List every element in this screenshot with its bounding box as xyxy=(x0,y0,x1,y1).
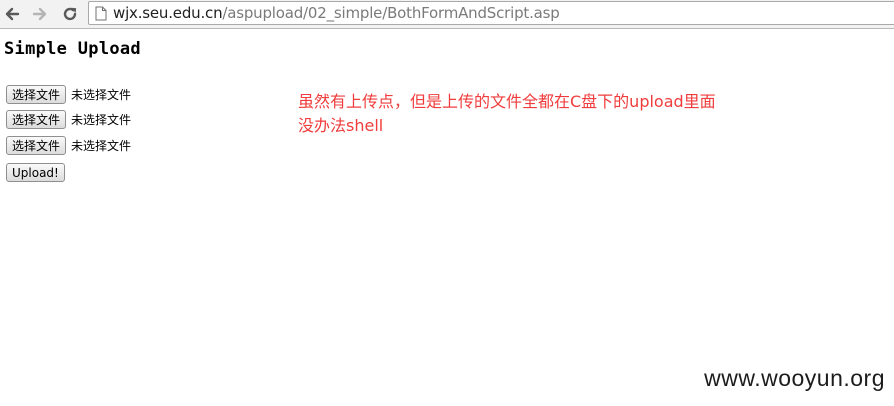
back-button[interactable] xyxy=(2,4,22,24)
file-status-text: 未选择文件 xyxy=(71,87,132,102)
upload-row: Upload! xyxy=(6,163,65,182)
page-content: Simple Upload 选择文件 未选择文件 选择文件 未选择文件 选择文件… xyxy=(0,29,894,406)
url-path: /aspupload/02_simple/BothFormAndScript.a… xyxy=(222,4,560,22)
page-icon xyxy=(95,6,107,21)
upload-button[interactable]: Upload! xyxy=(6,163,65,182)
file-input-2[interactable]: 选择文件 未选择文件 xyxy=(6,109,131,129)
reload-button[interactable] xyxy=(60,4,80,24)
browser-toolbar: wjx.seu.edu.cn/aspupload/02_simple/BothF… xyxy=(0,0,894,29)
annotation-line-2: 没办法shell xyxy=(298,116,384,135)
forward-button[interactable] xyxy=(30,4,50,24)
annotation-note: 虽然有上传点，但是上传的文件全都在C盘下的upload里面 没办法shell xyxy=(298,90,818,138)
arrow-left-icon xyxy=(5,7,20,21)
choose-file-button[interactable]: 选择文件 xyxy=(6,109,67,129)
address-bar[interactable]: wjx.seu.edu.cn/aspupload/02_simple/BothF… xyxy=(88,1,894,25)
page-title: Simple Upload xyxy=(4,39,141,59)
url-host: wjx.seu.edu.cn xyxy=(113,4,223,22)
choose-file-button[interactable]: 选择文件 xyxy=(6,135,67,155)
url-text: wjx.seu.edu.cn/aspupload/02_simple/BothF… xyxy=(113,4,560,22)
choose-file-button[interactable]: 选择文件 xyxy=(6,84,67,104)
file-status-text: 未选择文件 xyxy=(71,138,132,153)
arrow-right-icon xyxy=(32,7,47,21)
file-status-text: 未选择文件 xyxy=(71,112,132,127)
file-input-1[interactable]: 选择文件 未选择文件 xyxy=(6,84,131,104)
reload-icon xyxy=(63,7,77,21)
file-input-3[interactable]: 选择文件 未选择文件 xyxy=(6,135,131,155)
watermark: www.wooyun.org xyxy=(704,365,885,391)
annotation-line-1: 虽然有上传点，但是上传的文件全都在C盘下的upload里面 xyxy=(298,92,716,111)
